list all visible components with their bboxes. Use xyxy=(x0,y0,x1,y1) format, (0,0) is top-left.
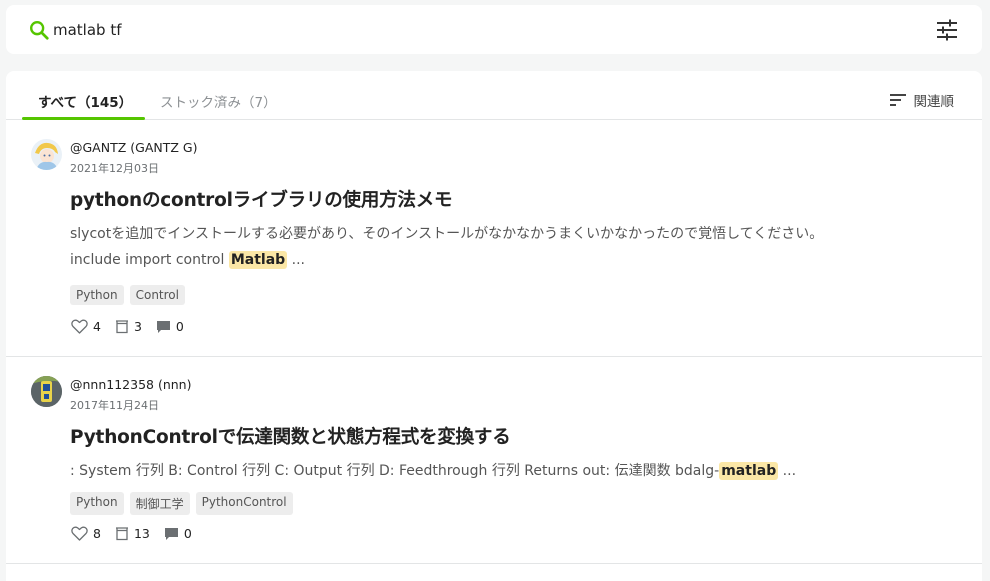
article-stats: 4 3 0 xyxy=(71,319,198,334)
article-item: @GANTZ (GANTZ G) 2021年12月03日 pythonのcont… xyxy=(6,120,982,357)
post-date: 2021年12月03日 xyxy=(70,162,159,175)
comment-icon xyxy=(156,320,170,333)
snippet: include import control Matlab ... xyxy=(70,251,305,269)
search-highlight: matlab xyxy=(719,462,779,480)
tag[interactable]: 制御工学 xyxy=(129,492,190,515)
heart-icon xyxy=(71,526,88,541)
stock-count-value: 3 xyxy=(133,319,142,334)
snippet: : System 行列 B: Control 行列 C: Output 行列 D… xyxy=(70,460,796,480)
article-title[interactable]: PythonControlで伝達関数と状態方程式を変換する xyxy=(70,423,511,449)
folder-icon xyxy=(115,320,128,334)
folder-icon xyxy=(115,527,128,541)
comment-count[interactable]: 0 xyxy=(164,526,192,541)
heart-icon xyxy=(71,319,88,334)
avatar[interactable] xyxy=(31,139,62,170)
tag[interactable]: Control xyxy=(129,285,185,305)
search-icon xyxy=(30,21,49,40)
sort-icon xyxy=(889,94,906,106)
avatar[interactable] xyxy=(31,376,62,407)
search-highlight: Matlab xyxy=(228,251,288,269)
comment-count-value: 0 xyxy=(175,319,184,334)
snippet-text: : System 行列 B: Control 行列 C: Output 行列 D… xyxy=(70,463,720,479)
stock-count-value: 13 xyxy=(133,526,150,541)
like-count[interactable]: 4 xyxy=(71,319,101,334)
like-count[interactable]: 8 xyxy=(71,526,101,541)
like-count-value: 4 xyxy=(93,319,101,334)
snippet: slycotを追加でインストールする必要があり、そのインストールがなかなかうまく… xyxy=(70,226,824,242)
sort-button[interactable]: 関連順 xyxy=(889,89,955,111)
tag[interactable]: Python xyxy=(70,492,124,515)
stock-count[interactable]: 3 xyxy=(115,319,142,334)
tag[interactable]: Python xyxy=(70,285,124,305)
comment-count-value: 0 xyxy=(183,526,192,541)
result-tabs: すべて（145） ストック済み（7） 関連順 xyxy=(6,71,982,120)
tab-all[interactable]: すべて（145） xyxy=(22,90,145,120)
tag-list: Python Control xyxy=(70,285,185,305)
article-stats: 8 13 0 xyxy=(71,526,206,541)
tab-stocked-label: ストック済み（7） xyxy=(160,95,277,111)
author-name[interactable]: @nnn112358 (nnn) xyxy=(70,377,191,392)
comment-count[interactable]: 0 xyxy=(156,319,184,334)
tag[interactable]: PythonControl xyxy=(195,492,293,515)
sort-label: 関連順 xyxy=(913,94,955,110)
post-date: 2017年11月24日 xyxy=(70,399,159,412)
like-count-value: 8 xyxy=(93,526,101,541)
article-title[interactable]: pythonのcontrolライブラリの使用方法メモ xyxy=(70,186,453,212)
filter-settings-icon[interactable] xyxy=(934,17,960,43)
search-bar xyxy=(6,5,982,54)
comment-icon xyxy=(164,527,178,540)
snippet-text: include import control xyxy=(70,252,229,268)
stock-count[interactable]: 13 xyxy=(115,526,150,541)
search-input[interactable] xyxy=(53,16,813,44)
snippet-text: ... xyxy=(287,252,305,268)
author-name[interactable]: @GANTZ (GANTZ G) xyxy=(70,140,197,155)
tab-all-label: すべて（145） xyxy=(38,95,133,111)
article-item: @nnn112358 (nnn) 2017年11月24日 PythonContr… xyxy=(6,357,982,564)
results-panel: すべて（145） ストック済み（7） 関連順 @GANTZ (GANTZ G) … xyxy=(6,71,982,581)
snippet-text: ... xyxy=(778,463,797,479)
tag-list: Python 制御工学 PythonControl xyxy=(70,492,293,515)
